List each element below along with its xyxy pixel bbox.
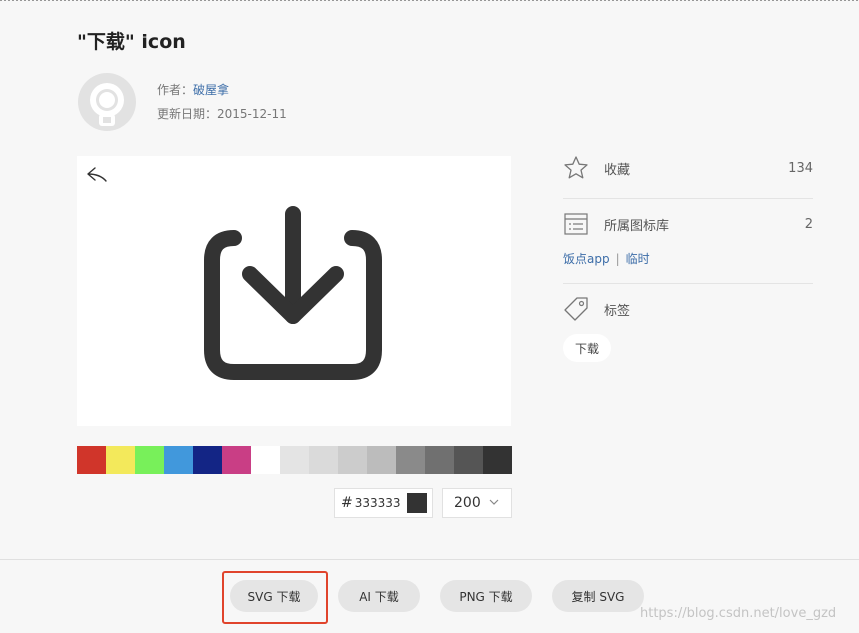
back-arrow-icon[interactable] xyxy=(86,166,108,184)
date-label: 更新日期： xyxy=(157,107,218,121)
library-count: 2 xyxy=(804,216,813,232)
avatar[interactable] xyxy=(78,73,136,131)
library-links: 饭点app | 临时 xyxy=(563,250,650,267)
chevron-down-icon xyxy=(489,499,499,505)
library-icon xyxy=(564,213,588,235)
color-swatch[interactable] xyxy=(280,446,309,474)
color-swatch[interactable] xyxy=(309,446,338,474)
current-color-chip xyxy=(406,493,427,513)
copy-svg-button[interactable]: 复制 SVG xyxy=(552,580,644,612)
favorite-count: 134 xyxy=(788,160,813,176)
png-download-button[interactable]: PNG 下载 xyxy=(440,580,532,612)
color-swatch[interactable] xyxy=(367,446,396,474)
hash-sign: # xyxy=(341,495,353,511)
color-palette xyxy=(77,446,512,474)
update-date-line: 更新日期：2015-12-11 xyxy=(157,105,287,122)
favorite-label: 收藏 xyxy=(604,162,631,178)
download-icon xyxy=(204,206,382,380)
author-label: 作者： xyxy=(157,83,194,97)
tags-label: 标签 xyxy=(604,303,631,319)
divider xyxy=(563,198,813,199)
color-swatch[interactable] xyxy=(454,446,483,474)
footer-divider xyxy=(0,559,859,560)
library-row: 所属图标库 2 xyxy=(563,210,813,238)
color-swatch[interactable] xyxy=(193,446,222,474)
tag-icon xyxy=(564,297,588,321)
library-link-fandian[interactable]: 饭点app xyxy=(563,252,610,266)
author-link[interactable]: 破屋拿 xyxy=(193,83,229,97)
divider xyxy=(563,283,813,284)
color-swatch[interactable] xyxy=(425,446,454,474)
link-separator: | xyxy=(615,252,620,266)
author-line: 作者：破屋拿 xyxy=(157,81,229,98)
size-select[interactable]: 200 xyxy=(442,488,512,518)
color-swatch[interactable] xyxy=(106,446,135,474)
top-dashed-border xyxy=(0,0,859,1)
ai-download-button[interactable]: AI 下载 xyxy=(338,580,420,612)
color-swatch[interactable] xyxy=(135,446,164,474)
color-swatch[interactable] xyxy=(483,446,512,474)
color-swatch[interactable] xyxy=(77,446,106,474)
color-swatch[interactable] xyxy=(396,446,425,474)
hex-value[interactable]: 333333 xyxy=(355,496,401,510)
library-label: 所属图标库 xyxy=(604,218,670,234)
page-title: "下载" icon xyxy=(77,31,186,53)
tags-row: 标签 xyxy=(563,295,813,323)
favorite-row[interactable]: 收藏 134 xyxy=(563,154,813,182)
tag-chip[interactable]: 下载 xyxy=(563,334,612,362)
color-swatch[interactable] xyxy=(338,446,367,474)
color-swatch[interactable] xyxy=(251,446,280,474)
library-link-temp[interactable]: 临时 xyxy=(626,252,650,266)
icon-preview-canvas xyxy=(77,156,511,426)
color-swatch[interactable] xyxy=(222,446,251,474)
avatar-robot-icon xyxy=(90,83,124,126)
star-icon xyxy=(564,156,588,179)
update-date: 2015-12-11 xyxy=(217,107,287,121)
watermark: https://blog.csdn.net/love_gzd xyxy=(640,606,837,621)
size-value: 200 xyxy=(454,495,481,511)
hex-color-input[interactable]: # 333333 xyxy=(334,488,433,518)
highlight-box xyxy=(222,571,328,624)
color-swatch[interactable] xyxy=(164,446,193,474)
